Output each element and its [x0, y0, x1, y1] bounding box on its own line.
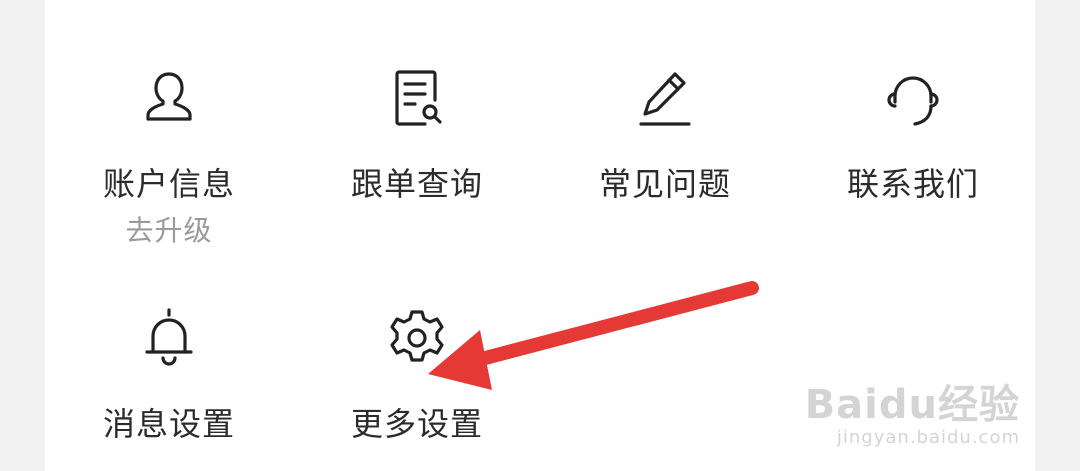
document-search-icon: [385, 66, 449, 130]
menu-item-label: 常见问题: [598, 165, 731, 203]
menu-item-label: 更多设置: [350, 405, 483, 443]
user-icon: [137, 66, 201, 130]
pencil-icon: [633, 66, 697, 130]
watermark-brand: Baidu经验: [804, 382, 1020, 428]
menu-item-label: 消息设置: [102, 405, 235, 443]
menu-item-faq[interactable]: 常见问题: [541, 66, 789, 204]
menu-item-label: 跟单查询: [350, 165, 483, 203]
bell-icon: [137, 306, 201, 370]
menu-item-more-settings[interactable]: 更多设置: [293, 306, 541, 444]
menu-item-account-info[interactable]: 账户信息 去升级: [45, 66, 293, 248]
headset-icon: [881, 66, 945, 130]
menu-item-contact-us[interactable]: 联系我们: [789, 66, 1037, 204]
upgrade-link[interactable]: 去升级: [125, 214, 212, 248]
menu-item-order-query[interactable]: 跟单查询: [293, 66, 541, 204]
watermark-url: jingyan.baidu.com: [836, 427, 1020, 448]
menu-item-label: 账户信息: [102, 165, 235, 203]
menu-item-message-settings[interactable]: 消息设置: [45, 306, 293, 444]
gear-icon: [385, 306, 449, 370]
menu-item-label: 联系我们: [846, 165, 979, 203]
baidu-watermark: Baidu经验 jingyan.baidu.com: [805, 383, 1020, 449]
